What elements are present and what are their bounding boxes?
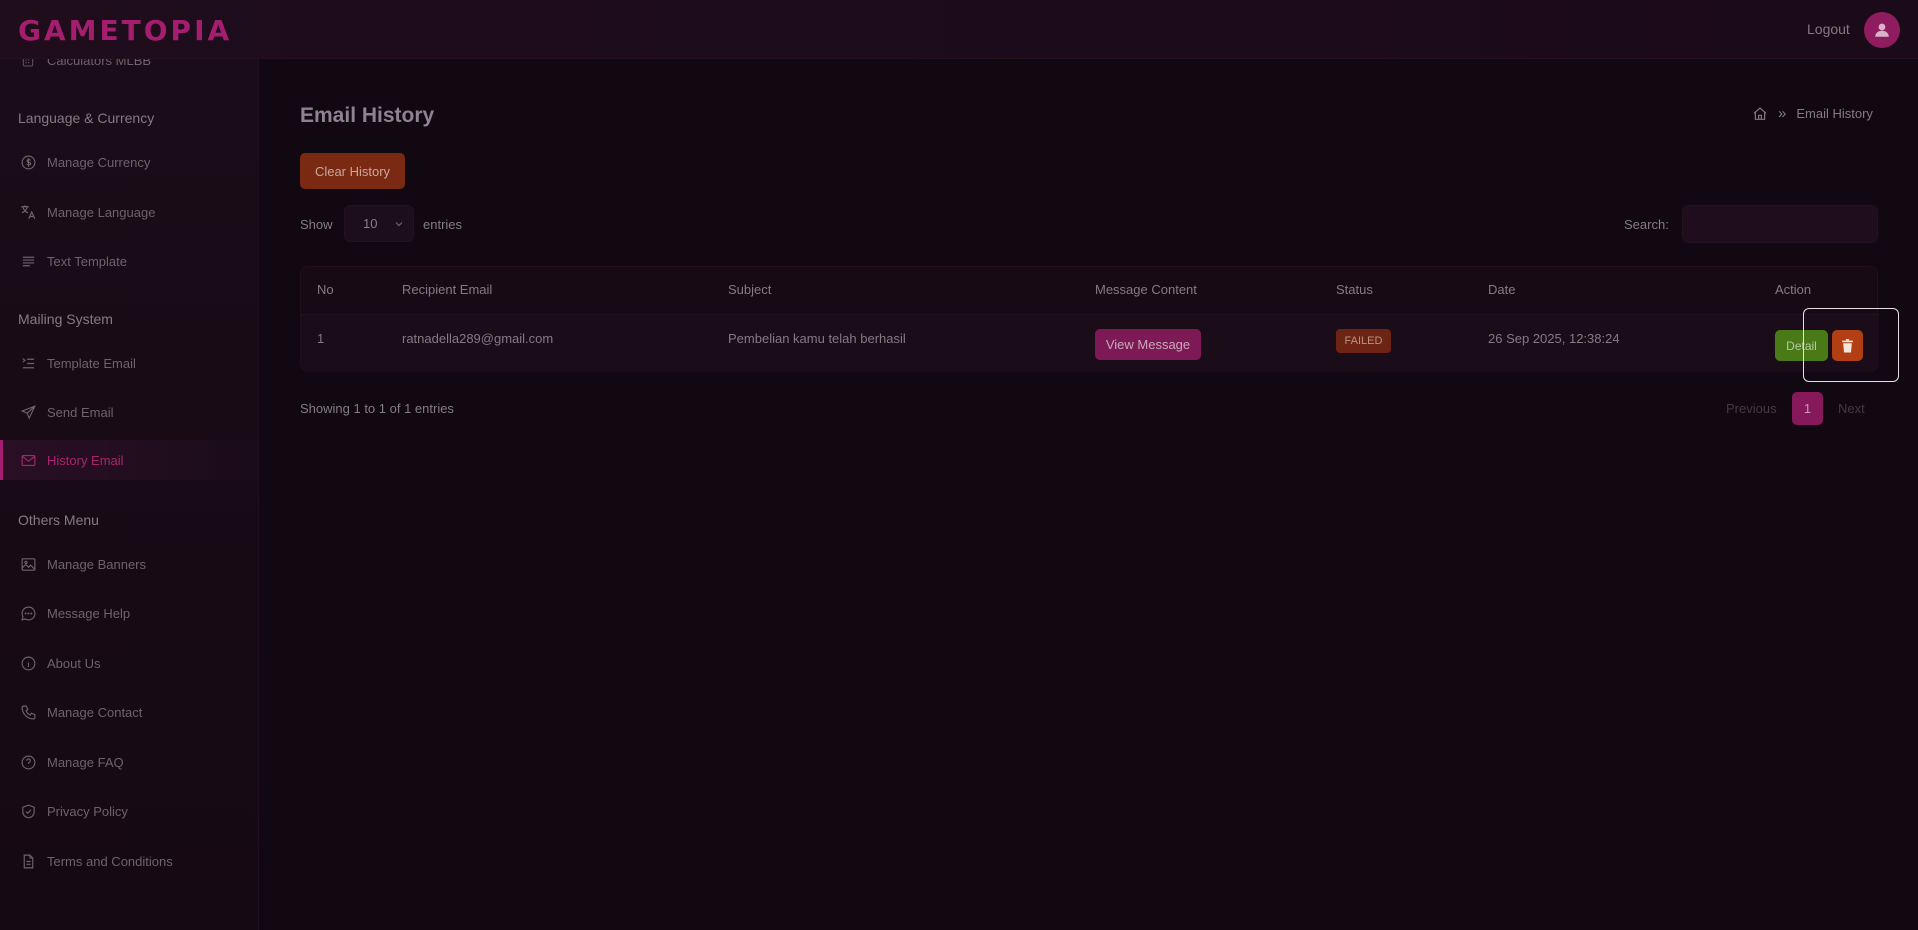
cell-no: 1: [317, 331, 325, 346]
detail-button[interactable]: Detail: [1775, 330, 1828, 361]
user-icon: [1875, 23, 1889, 37]
sidebar-item-label: Send Email: [47, 404, 114, 420]
sidebar-item-template-email[interactable]: Template Email: [0, 343, 258, 383]
view-message-button[interactable]: View Message: [1095, 329, 1201, 360]
currency-icon: [18, 152, 38, 172]
breadcrumb: » Email History: [1752, 105, 1873, 122]
sidebar-item-about-us[interactable]: About Us: [0, 643, 258, 683]
pagination-next[interactable]: Next: [1838, 401, 1865, 416]
sidebar-item-label: Manage Banners: [47, 556, 147, 572]
document-icon: [18, 851, 38, 871]
phone-icon: [18, 702, 38, 722]
entries-per-page-select[interactable]: 10: [344, 205, 414, 242]
sidebar-item-label: Privacy Policy: [47, 803, 128, 819]
sidebar-item-label: Terms and Conditions: [47, 853, 173, 869]
sidebar-item-label: Manage Currency: [47, 154, 151, 170]
home-icon[interactable]: [1752, 106, 1768, 122]
info-icon: [18, 653, 38, 673]
sidebar-item-manage-banners[interactable]: Manage Banners: [0, 544, 258, 584]
sidebar-item-manage-currency[interactable]: Manage Currency: [0, 142, 258, 182]
sidebar-section-title: Others Menu: [18, 512, 99, 528]
brand-logo[interactable]: GAMETOPIA: [18, 14, 232, 47]
list-indent-icon: [18, 353, 38, 373]
topbar: GAMETOPIA Logout: [0, 0, 1918, 59]
status-badge: FAILED: [1336, 329, 1391, 353]
entries-label: entries: [423, 217, 463, 232]
sidebar-item-label: Text Template: [47, 253, 127, 269]
delete-button[interactable]: [1832, 330, 1863, 361]
sidebar-item-history-email[interactable]: History Email: [0, 440, 258, 480]
pagination-page-current[interactable]: 1: [1792, 392, 1823, 425]
calculator-icon: [18, 59, 38, 70]
clear-history-button[interactable]: Clear History: [300, 153, 405, 189]
breadcrumb-current: Email History: [1796, 106, 1873, 121]
pagination-previous[interactable]: Previous: [1726, 401, 1777, 416]
sidebar-item-label: History Email: [47, 452, 124, 468]
column-header-message-content[interactable]: Message Content: [1095, 282, 1197, 297]
column-header-no[interactable]: No: [317, 282, 334, 297]
table-info: Showing 1 to 1 of 1 entries: [300, 401, 454, 416]
chevron-down-icon: [395, 222, 403, 227]
column-header-status[interactable]: Status: [1336, 282, 1373, 297]
sidebar-item-calculators-mlbb[interactable]: Calculators MLBB: [0, 59, 258, 80]
sidebar-item-label: About Us: [47, 655, 101, 671]
column-header-date[interactable]: Date: [1488, 282, 1515, 297]
email-history-table: No Recipient Email Subject Message Conte…: [300, 266, 1879, 372]
translate-icon: [18, 202, 38, 222]
send-icon: [18, 402, 38, 422]
sidebar-item-manage-faq[interactable]: Manage FAQ: [0, 742, 258, 782]
page-title: Email History: [300, 104, 435, 127]
sidebar-item-label: Manage FAQ: [47, 754, 124, 770]
image-icon: [18, 554, 38, 574]
sidebar-item-manage-contact[interactable]: Manage Contact: [0, 692, 258, 732]
mail-icon: [18, 450, 38, 470]
sidebar: Calculators MLBB Language & Currency Man…: [0, 59, 259, 930]
breadcrumb-separator: »: [1778, 105, 1787, 122]
sidebar-item-label: Message Help: [47, 605, 131, 621]
chat-icon: [18, 603, 38, 623]
question-icon: [18, 752, 38, 772]
search-label: Search:: [1624, 217, 1669, 232]
sidebar-item-message-help[interactable]: Message Help: [0, 593, 258, 633]
sidebar-item-terms-and-conditions[interactable]: Terms and Conditions: [0, 841, 258, 881]
cell-subject: Pembelian kamu telah berhasil: [728, 331, 906, 346]
avatar[interactable]: [1864, 12, 1900, 48]
sidebar-item-label: Calculators MLBB: [47, 59, 152, 68]
sidebar-item-send-email[interactable]: Send Email: [0, 392, 258, 432]
logout-link[interactable]: Logout: [1807, 21, 1850, 37]
sidebar-item-label: Manage Contact: [47, 704, 143, 720]
shield-check-icon: [18, 801, 38, 821]
sidebar-item-manage-language[interactable]: Manage Language: [0, 192, 258, 232]
column-header-subject[interactable]: Subject: [728, 282, 771, 297]
entries-per-page-value: 10: [363, 216, 378, 231]
text-lines-icon: [18, 251, 38, 271]
show-label: Show: [300, 217, 333, 232]
trash-icon: [1842, 338, 1853, 352]
sidebar-item-label: Template Email: [47, 355, 136, 371]
sidebar-section-title: Mailing System: [18, 311, 113, 327]
search-input[interactable]: [1682, 205, 1878, 243]
column-header-action: Action: [1775, 282, 1812, 297]
column-header-recipient-email[interactable]: Recipient Email: [402, 282, 492, 297]
sidebar-section-title: Language & Currency: [18, 110, 155, 126]
cell-date: 26 Sep 2025, 12:38:24: [1488, 331, 1620, 346]
sidebar-item-privacy-policy[interactable]: Privacy Policy: [0, 791, 258, 831]
sidebar-item-text-template[interactable]: Text Template: [0, 241, 258, 281]
cell-recipient-email: ratnadella289@gmail.com: [402, 331, 554, 346]
sidebar-item-label: Manage Language: [47, 204, 156, 220]
